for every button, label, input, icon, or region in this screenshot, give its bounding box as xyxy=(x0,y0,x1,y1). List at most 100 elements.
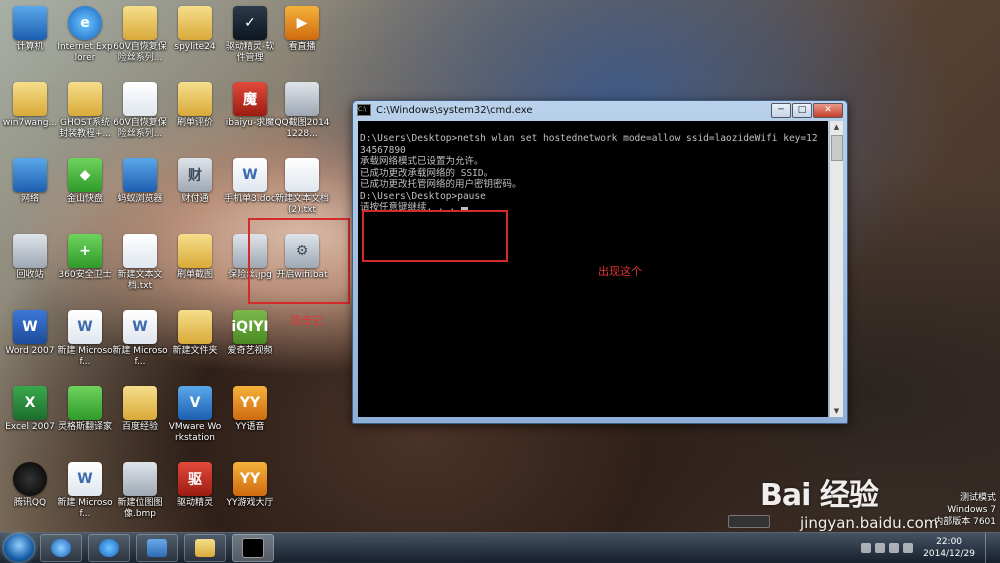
desktop-icon-label: 网络 xyxy=(20,194,39,204)
desktop-icon-image xyxy=(178,82,212,116)
desktop-icon[interactable]: X Excel 2007 xyxy=(2,386,58,433)
desktop-icon-image: YY xyxy=(233,462,267,496)
desktop-icon[interactable]: 60V自恢复保险丝系列... xyxy=(112,6,168,64)
desktop-icon[interactable]: 新建位图图像.bmp xyxy=(112,462,168,520)
desktop-icon-label: 灵格斯翻译家 xyxy=(57,422,112,432)
desktop-icon[interactable]: 刷单评价 xyxy=(167,82,223,129)
desktop-icon-label: 新建 Microsof... xyxy=(57,498,113,519)
tray-icon[interactable] xyxy=(875,543,886,553)
annotation-double-click: 双击它 xyxy=(290,314,323,327)
desktop-icon[interactable]: ◆ 金山快盘 xyxy=(57,158,113,205)
volume-icon[interactable] xyxy=(903,543,914,553)
ie-icon xyxy=(99,539,119,557)
console-line: D:\Users\Desktop>pause xyxy=(360,190,486,202)
cmd-titlebar[interactable]: C:\ C:\Windows\system32\cmd.exe ─ □ ✕ xyxy=(353,101,847,119)
console-output[interactable]: D:\Users\Desktop>netsh wlan set hostedne… xyxy=(358,121,828,417)
close-button[interactable]: ✕ xyxy=(813,102,843,118)
desktop-icon[interactable]: 60V自恢复保险丝系列... xyxy=(112,82,168,140)
watermark-brand: Bai 经验 xyxy=(760,478,879,513)
start-orb-icon[interactable] xyxy=(4,534,34,562)
desktop-icon[interactable]: W 新建 Microsof... xyxy=(57,310,113,368)
build-label: 内部版本 7601 xyxy=(934,517,996,527)
language-bar[interactable] xyxy=(728,515,770,528)
scroll-down-icon[interactable]: ▼ xyxy=(830,405,843,417)
annotation-box-bat xyxy=(248,218,350,304)
desktop-icon-image xyxy=(123,234,157,268)
desktop-icon-image xyxy=(178,310,212,344)
scroll-up-icon[interactable]: ▲ xyxy=(830,121,843,133)
desktop-icon-image xyxy=(123,462,157,496)
system-tray: 22:00 2014/12/29 xyxy=(861,533,1000,563)
maximize-button[interactable]: □ xyxy=(792,102,812,118)
cmd-window[interactable]: C:\ C:\Windows\system32\cmd.exe ─ □ ✕ D:… xyxy=(352,100,848,424)
desktop-icon-label: 新建 Microsof... xyxy=(57,346,113,367)
desktop-icon-label: 看直播 xyxy=(288,42,316,52)
tray-icon[interactable] xyxy=(861,543,872,553)
desktop-icon-label: YY语音 xyxy=(235,422,265,432)
taskbar-reader[interactable] xyxy=(136,534,178,562)
desktop-icon[interactable]: 腾讯QQ xyxy=(2,462,58,509)
desktop-icon[interactable]: 刷单截图 xyxy=(167,234,223,281)
desktop-icon[interactable]: ▶ 看直播 xyxy=(274,6,330,53)
desktop-icon[interactable]: 网络 xyxy=(2,158,58,205)
clock[interactable]: 22:00 2014/12/29 xyxy=(923,536,975,560)
desktop-icon-label: 驱动精灵 xyxy=(176,498,213,508)
desktop-icon[interactable]: ✓ 驱动精灵-软件管理 xyxy=(222,6,278,64)
desktop-icon-label: YY游戏大厅 xyxy=(226,498,274,508)
console-icon: C:\ xyxy=(357,104,371,116)
desktop-icon-image xyxy=(178,234,212,268)
desktop-icon[interactable]: W 手机单3.doc xyxy=(222,158,278,205)
taskbar-explorer[interactable] xyxy=(184,534,226,562)
desktop-icon[interactable]: YY YY游戏大厅 xyxy=(222,462,278,509)
desktop-icon[interactable]: V VMware Workstation xyxy=(167,386,223,444)
desktop-icon[interactable]: 新建文件夹 xyxy=(167,310,223,357)
desktop-icon-label: 刷单评价 xyxy=(176,118,213,128)
desktop-icon-image xyxy=(178,6,212,40)
desktop-icon[interactable]: 灵格斯翻译家 xyxy=(57,386,113,433)
desktop-icon[interactable]: 回收站 xyxy=(2,234,58,281)
scrollbar[interactable]: ▲ ▼ xyxy=(829,121,843,417)
desktop-icon[interactable]: W 新建 Microsof... xyxy=(57,462,113,520)
desktop-icon[interactable]: win7wang... xyxy=(2,82,58,129)
desktop-icon-label: 60V自恢复保险丝系列... xyxy=(113,118,167,139)
desktop-icon[interactable]: 财财付通 xyxy=(167,158,223,205)
desktop-icon[interactable]: e Internet Explorer xyxy=(57,6,113,64)
network-icon[interactable] xyxy=(889,543,900,553)
cmd-title: C:\Windows\system32\cmd.exe xyxy=(376,104,533,116)
desktop-icon[interactable]: 驱驱动精灵 xyxy=(167,462,223,509)
baidu-watermark: Bai 经验 jingyan.baidu.com xyxy=(760,470,938,532)
scroll-thumb[interactable] xyxy=(831,135,843,161)
desktop-icon[interactable]: GHOST系统封装教程+... xyxy=(57,82,113,140)
desktop-icon-label: ibaiyu-求魔 xyxy=(225,118,275,128)
desktop-icon[interactable]: W Word 2007 xyxy=(2,310,58,357)
desktop-icon-image: ◆ xyxy=(68,158,102,192)
desktop-icon-label: GHOST系统封装教程+... xyxy=(58,118,112,139)
desktop-icon[interactable]: W 新建 Microsof... xyxy=(112,310,168,368)
desktop-icon-label: 新建文本文档.txt xyxy=(117,270,163,291)
desktop-icon-image: W xyxy=(68,462,102,496)
taskbar-cmd[interactable] xyxy=(232,534,274,562)
desktop-icon[interactable]: 魔 ibaiyu-求魔 xyxy=(222,82,278,129)
minimize-button[interactable]: ─ xyxy=(771,102,791,118)
desktop-icon[interactable]: 百度经验 xyxy=(112,386,168,433)
desktop-icon[interactable]: +360安全卫士 xyxy=(57,234,113,281)
taskbar-ie[interactable] xyxy=(88,534,130,562)
show-desktop-button[interactable] xyxy=(985,533,996,563)
desktop-icon[interactable]: 计算机 xyxy=(2,6,58,53)
desktop-icon[interactable]: 新建文本文档.txt xyxy=(112,234,168,292)
desktop-icon[interactable]: YY YY语音 xyxy=(222,386,278,433)
desktop-icon-image xyxy=(123,386,157,420)
taskbar-browser[interactable] xyxy=(40,534,82,562)
desktop-icon-image: V xyxy=(178,386,212,420)
desktop-icon[interactable]: spylite24 xyxy=(167,6,223,53)
desktop-icon[interactable]: 蚂蚁浏览器 xyxy=(112,158,168,205)
desktop-icon-label: 新建文本文档 (2).txt xyxy=(274,194,329,215)
desktop-icon[interactable]: QQ截图20141228... xyxy=(274,82,330,140)
console-line: 已成功更改承载网络的 SSID。 xyxy=(360,167,494,179)
desktop-icon-image xyxy=(13,6,47,40)
desktop-icon[interactable]: iQIYI 爱奇艺视频 xyxy=(222,310,278,357)
desktop-icon-label: 360安全卫士 xyxy=(58,270,112,280)
desktop-icon-label: 手机单3.doc xyxy=(224,194,276,204)
desktop-icon[interactable]: 新建文本文档 (2).txt xyxy=(274,158,330,216)
os-label: Windows 7 xyxy=(947,505,996,515)
